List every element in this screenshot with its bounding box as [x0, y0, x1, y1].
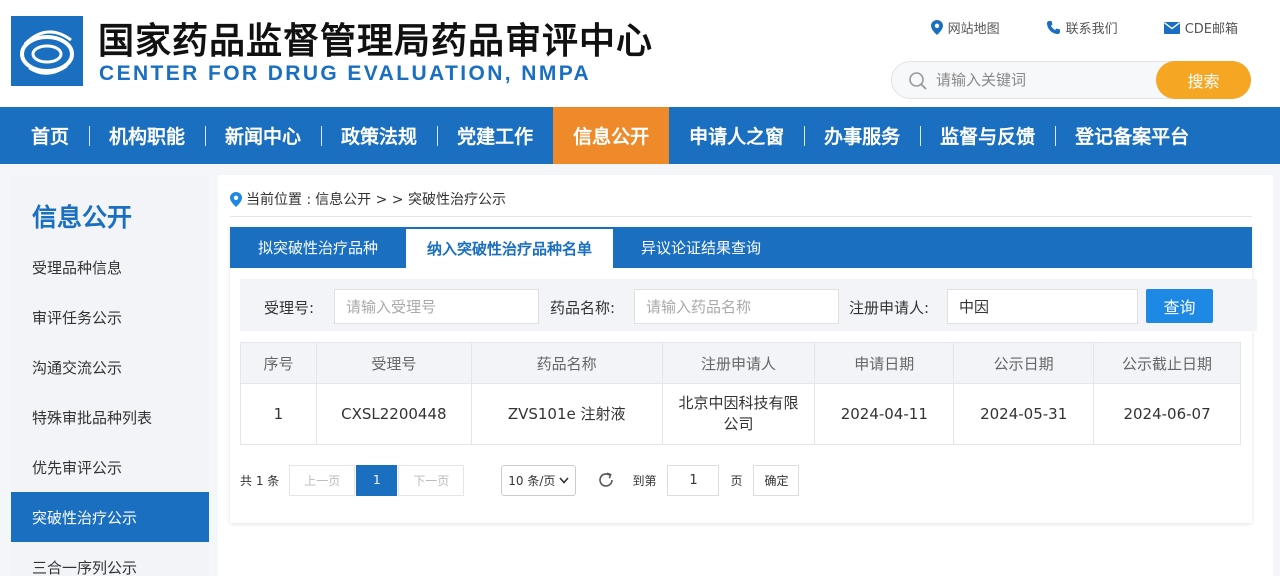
- breakthrough-panel: 拟突破性治疗品种 纳入突破性治疗品种名单 异议论证结果查询 受理号: 药品名称:…: [230, 227, 1257, 523]
- col-index: 序号: [240, 342, 317, 384]
- keyword-search-input[interactable]: [936, 68, 1136, 92]
- sidebar-item-three-in-one[interactable]: 三合一序列公示: [11, 542, 209, 576]
- col-publicity-deadline: 公示截止日期: [1093, 342, 1241, 384]
- pager-total: 共 1 条: [240, 473, 280, 488]
- top-links: 网站地图 联系我们 CDE邮箱: [930, 18, 1238, 37]
- location-pin-icon: [230, 191, 242, 207]
- sidebar-item-breakthrough[interactable]: 突破性治疗公示: [11, 492, 209, 542]
- refresh-icon: [599, 472, 614, 487]
- main-nav: 首页 机构职能 新闻中心 政策法规 党建工作 信息公开 申请人之窗 办事服务 监…: [0, 107, 1280, 164]
- nav-item-registration[interactable]: 登记备案平台: [1055, 107, 1209, 164]
- drug-name-input[interactable]: [634, 289, 839, 324]
- cell-publicity-deadline: 2024-06-07: [1093, 383, 1241, 445]
- refresh-button[interactable]: [596, 470, 616, 490]
- cell-index: 1: [240, 383, 317, 445]
- page-size-select[interactable]: 10 条/页: [501, 464, 577, 496]
- next-page-button[interactable]: 下一页: [398, 464, 465, 496]
- cell-publicity-date: 2024-05-31: [953, 383, 1095, 445]
- page-number-current[interactable]: 1: [356, 464, 398, 496]
- sidebar-item-communication[interactable]: 沟通交流公示: [11, 342, 209, 392]
- accept-no-label: 受理号:: [264, 299, 315, 317]
- chevron-down-icon: [559, 476, 570, 484]
- site-title-en: CENTER FOR DRUG EVALUATION, NMPA: [99, 62, 592, 85]
- tab-bar: 拟突破性治疗品种 纳入突破性治疗品种名单 异议论证结果查询: [230, 227, 1252, 268]
- sidebar-item-review-tasks[interactable]: 审评任务公示: [11, 292, 209, 342]
- contact-label: 联系我们: [1065, 22, 1118, 37]
- goto-unit: 页: [730, 473, 743, 488]
- table-header-row: 序号 受理号 药品名称 注册申请人 申请日期 公示日期 公示截止日期: [240, 342, 1241, 384]
- nav-item-home[interactable]: 首页: [11, 107, 89, 164]
- nav-item-info-disclosure[interactable]: 信息公开: [553, 107, 670, 164]
- sidebar-item-special-approval[interactable]: 特殊审批品种列表: [11, 392, 209, 442]
- sidebar-item-priority-review[interactable]: 优先审评公示: [11, 442, 209, 492]
- cde-mail-label: CDE邮箱: [1184, 22, 1238, 37]
- nav-item-party[interactable]: 党建工作: [437, 107, 553, 164]
- tab-proposed-breakthrough[interactable]: 拟突破性治疗品种: [230, 227, 406, 268]
- cell-accept-no: CXSL2200448: [315, 383, 472, 445]
- goto-confirm-button[interactable]: 确定: [753, 464, 800, 496]
- pagination: 共 1 条 上一页 1 下一页 10 条/页 到第 1 页 确定: [240, 464, 800, 496]
- nav-item-feedback[interactable]: 监督与反馈: [920, 107, 1055, 164]
- tab-objection-results[interactable]: 异议论证结果查询: [613, 227, 789, 268]
- phone-icon: [1046, 21, 1060, 34]
- cell-applicant: 北京中因科技有限公司: [661, 383, 816, 445]
- site-header: 国家药品监督管理局药品审评中心 CENTER FOR DRUG EVALUATI…: [0, 0, 1280, 107]
- col-applicant: 注册申请人: [661, 342, 816, 384]
- accept-no-input[interactable]: [334, 289, 539, 324]
- drug-name-label: 药品名称:: [550, 299, 616, 317]
- tab-included-breakthrough-list[interactable]: 纳入突破性治疗品种名单: [406, 229, 614, 268]
- site-search: 搜索: [891, 61, 1251, 99]
- search-icon: [909, 72, 927, 90]
- filter-bar: 受理号: 药品名称: 注册申请人: 查询: [240, 279, 1257, 331]
- nav-item-policy[interactable]: 政策法规: [321, 107, 437, 164]
- sidebar-item-accepted[interactable]: 受理品种信息: [11, 242, 209, 292]
- goto-page-input[interactable]: 1: [667, 464, 720, 496]
- logo-emblem-icon: [11, 16, 83, 86]
- sidebar: 信息公开 受理品种信息 审评任务公示 沟通交流公示 特殊审批品种列表 优先审评公…: [11, 175, 209, 576]
- site-title-cn: 国家药品监督管理局药品审评中心: [98, 21, 654, 62]
- nav-item-functions[interactable]: 机构职能: [89, 107, 205, 164]
- cde-mail-link[interactable]: CDE邮箱: [1163, 18, 1238, 37]
- mail-icon: [1163, 21, 1180, 34]
- col-accept-no: 受理号: [315, 342, 472, 384]
- table-row[interactable]: 1 CXSL2200448 ZVS101e 注射液 北京中因科技有限公司 202…: [240, 383, 1241, 445]
- nav-item-news[interactable]: 新闻中心: [205, 107, 321, 164]
- sidebar-title: 信息公开: [32, 203, 133, 232]
- breadcrumb-prefix: 当前位置 :: [246, 192, 312, 208]
- cde-logo[interactable]: [11, 16, 83, 86]
- contact-link[interactable]: 联系我们: [1046, 18, 1118, 37]
- breadcrumb-divider: [230, 216, 1252, 217]
- applicant-label: 注册申请人:: [849, 299, 930, 317]
- page-size-value: 10 条/页: [508, 473, 556, 488]
- col-drug-name: 药品名称: [470, 342, 663, 384]
- col-apply-date: 申请日期: [814, 342, 955, 384]
- location-pin-icon: [930, 20, 943, 35]
- query-button[interactable]: 查询: [1146, 289, 1213, 323]
- results-table: 序号 受理号 药品名称 注册申请人 申请日期 公示日期 公示截止日期 1 CXS…: [240, 342, 1241, 445]
- nav-item-services[interactable]: 办事服务: [804, 107, 920, 164]
- sitemap-label: 网站地图: [947, 22, 1000, 37]
- cell-apply-date: 2024-04-11: [814, 383, 955, 445]
- prev-page-button[interactable]: 上一页: [289, 464, 356, 496]
- search-button[interactable]: 搜索: [1156, 61, 1251, 99]
- cell-drug-name: ZVS101e 注射液: [470, 383, 663, 445]
- applicant-input[interactable]: [947, 289, 1138, 324]
- breadcrumb: 当前位置 : 信息公开 > > 突破性治疗公示: [230, 189, 506, 209]
- breadcrumb-path[interactable]: 信息公开 > > 突破性治疗公示: [315, 189, 506, 209]
- nav-item-applicant[interactable]: 申请人之窗: [669, 107, 804, 164]
- sitemap-link[interactable]: 网站地图: [930, 18, 1000, 37]
- col-publicity-date: 公示日期: [953, 342, 1095, 384]
- main-content: 当前位置 : 信息公开 > > 突破性治疗公示 拟突破性治疗品种 纳入突破性治疗…: [218, 175, 1273, 576]
- goto-label: 到第: [632, 473, 657, 488]
